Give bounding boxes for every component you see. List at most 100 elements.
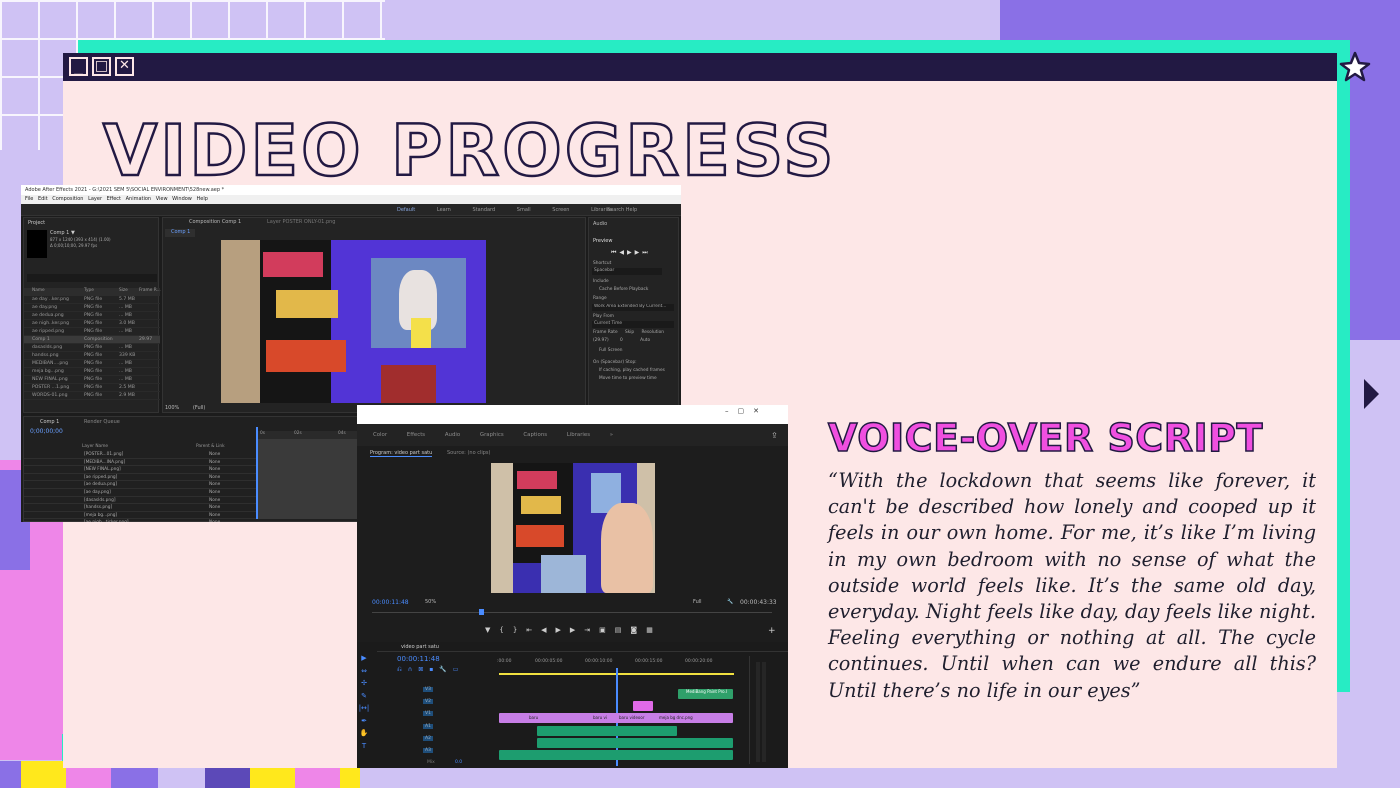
ae-layer-row[interactable]: [ae ripped.png] None	[24, 474, 256, 482]
ae-workspace[interactable]: Standard	[472, 207, 495, 213]
ae-project-item[interactable]: ae day ..ker.png PNG file 5.7 MB	[24, 296, 160, 304]
ae-search-help[interactable]: Search Help	[607, 207, 637, 213]
ae-layer-row[interactable]: [dasaslds.png] None	[24, 497, 256, 505]
ae-project-item[interactable]: handss.png PNG file 339 KB	[24, 352, 160, 360]
pr-workspace-tab[interactable]: Audio	[445, 432, 460, 438]
ae-project-item[interactable]: POSTER ...1.png PNG file 2.5 MB	[24, 384, 160, 392]
ae-shortcut-select[interactable]: Spacebar	[592, 268, 662, 275]
pr-audio-clip[interactable]	[537, 738, 733, 748]
pr-transport-controls[interactable]: ▼{}⇤◀▶▶⇥▣▤◙▦	[485, 626, 662, 634]
ae-menu-item[interactable]: Edit	[38, 196, 48, 202]
pr-clip-track-v1[interactable]: baru baru vi baru videoor meja bg dnc.pn…	[499, 713, 733, 723]
pr-track-header[interactable]: V2	[397, 697, 497, 709]
add-icon[interactable]: +	[768, 626, 776, 636]
pr-workspace-tab[interactable]: Color	[373, 432, 387, 438]
ae-framerate-values[interactable]: (29.97) 0 Auto	[593, 338, 650, 343]
ae-project-search[interactable]	[27, 274, 157, 282]
ae-play-from-select[interactable]: Current Time	[592, 321, 674, 328]
pr-clip[interactable]: MediBang Paint Pro.l	[678, 689, 733, 699]
ae-fullscreen-checkbox[interactable]: Full Screen	[599, 348, 623, 353]
export-icon[interactable]: ⇪	[771, 431, 778, 440]
pr-mix-value[interactable]: 0.0	[455, 760, 462, 765]
wrench-icon[interactable]: 🔧	[727, 599, 733, 605]
pr-sequence-tools[interactable]: ⎌∩⊠▪🔧▭	[397, 666, 464, 674]
ae-if-caching-checkbox[interactable]: If caching, play cached frames	[599, 368, 665, 373]
ae-layer-row[interactable]: [NEW FINAL.png] None	[24, 466, 256, 474]
pr-sequence-tab[interactable]: video part satu	[401, 644, 439, 650]
ae-parent-select[interactable]: None	[209, 474, 220, 481]
ae-project-item[interactable]: meja bg...png PNG file... MB	[24, 368, 160, 376]
ae-quality[interactable]: (Full)	[193, 405, 205, 411]
pr-clip[interactable]	[633, 701, 653, 711]
ae-menu-item[interactable]: View	[156, 196, 168, 202]
ae-layer-row[interactable]: [ae dedua.png] None	[24, 481, 256, 489]
ae-menu-item[interactable]: Window	[172, 196, 192, 202]
ae-parent-select[interactable]: None	[209, 504, 220, 511]
ae-layer-row[interactable]: [ae day.png] None	[24, 489, 256, 497]
pr-track-header[interactable]: A1	[397, 722, 497, 734]
ae-workspace[interactable]: Learn	[437, 207, 451, 213]
ae-comp-sub-tab[interactable]: Comp 1	[165, 229, 195, 237]
pr-sequence-time[interactable]: 00:00:11:48	[397, 655, 440, 663]
ae-menu-item[interactable]: Composition	[52, 196, 83, 202]
ae-workspace[interactable]: Small Screen	[517, 207, 570, 213]
next-arrow-icon[interactable]	[1364, 379, 1379, 409]
pr-source-tab[interactable]: Source: (no clips)	[447, 450, 490, 456]
pr-zoom[interactable]: 50%	[425, 599, 436, 605]
ae-range-select[interactable]: Work Area Extended By Current...	[592, 304, 674, 311]
pr-program-tab[interactable]: Program: video part satu	[370, 450, 433, 457]
pr-workspace-tab[interactable]: Libraries	[567, 432, 590, 438]
pr-track-header[interactable]: A2	[397, 734, 497, 746]
ae-menu-item[interactable]: Help	[196, 196, 207, 202]
ae-playhead[interactable]	[256, 427, 258, 519]
ae-layer-row[interactable]: [handss.png] None	[24, 504, 256, 512]
ae-composition-tab[interactable]: Composition Comp 1	[189, 219, 241, 225]
pr-track-header[interactable]: V1	[397, 709, 497, 721]
pr-track-header[interactable]: V3	[397, 685, 497, 697]
pr-workspace-tab[interactable]: »	[610, 432, 613, 438]
ae-project-item[interactable]: dasaslds.png PNG file... MB	[24, 344, 160, 352]
ae-project-item[interactable]: ae dedua.png PNG file... MB	[24, 312, 160, 320]
ae-workspace[interactable]: Default	[397, 207, 415, 213]
ae-parent-select[interactable]: None	[209, 512, 220, 519]
pr-track-header[interactable]: A3	[397, 746, 497, 758]
close-button[interactable]: ✕	[115, 57, 134, 76]
ae-parent-select[interactable]: None	[209, 489, 220, 496]
ae-zoom[interactable]: 100%	[165, 405, 179, 411]
minimize-button[interactable]: _	[69, 57, 88, 76]
ae-parent-select[interactable]: None	[209, 459, 220, 466]
ae-parent-select[interactable]: None	[209, 497, 220, 504]
pr-workspace-tab[interactable]: Graphics	[480, 432, 504, 438]
pr-current-time[interactable]: 00:00:11:48	[372, 599, 409, 606]
ae-cache-checkbox[interactable]: Cache Before Playback	[599, 287, 648, 292]
ae-render-queue-tab[interactable]: Render Queue	[84, 419, 120, 425]
ae-parent-select[interactable]: None	[209, 466, 220, 473]
pr-workspace-tab[interactable]: Captions	[523, 432, 547, 438]
ae-menu-item[interactable]: Layer	[88, 196, 102, 202]
ae-timecode[interactable]: 0;00;00;00	[30, 428, 63, 435]
ae-project-item[interactable]: ae ripped.png PNG file... MB	[24, 328, 160, 336]
pr-quality[interactable]: Full	[693, 599, 702, 605]
ae-parent-select[interactable]: None	[209, 519, 220, 522]
pr-scrubber-head[interactable]	[479, 609, 484, 615]
ae-project-item[interactable]: WORDS-01.png PNG file 2.9 MB	[24, 392, 160, 400]
ae-parent-select[interactable]: None	[209, 451, 220, 458]
pr-window-controls[interactable]: –▢✕	[725, 407, 768, 415]
pr-scrubber[interactable]	[372, 612, 772, 618]
ae-timeline-tab[interactable]: Comp 1	[40, 419, 59, 425]
ae-layer-row[interactable]: [POSTER...01.png] None	[24, 451, 256, 459]
ae-layer-row[interactable]: [meja bg...png] None	[24, 512, 256, 520]
ae-layer-tab[interactable]: Layer POSTER ONLY-01.png	[267, 219, 335, 225]
pr-audio-clip[interactable]	[499, 750, 733, 760]
ae-project-item[interactable]: MEDIBAN....png PNG file... MB	[24, 360, 160, 368]
pr-workspace-tab[interactable]: Effects	[407, 432, 425, 438]
pr-audio-clip[interactable]	[537, 726, 677, 736]
ae-layer-row[interactable]: [ae nigh...ticker.png] None	[24, 519, 256, 522]
ae-project-item[interactable]: ae day.png PNG file... MB	[24, 304, 160, 312]
ae-project-item[interactable]: ae nigh..ker.png PNG file 3.0 MB	[24, 320, 160, 328]
ae-move-time-checkbox[interactable]: Move time to preview time	[599, 376, 657, 381]
ae-menu-item[interactable]: Effect	[107, 196, 121, 202]
maximize-button[interactable]: □	[92, 57, 111, 76]
ae-preview-controls[interactable]: ⏮◀▶▶⏭	[611, 249, 651, 257]
ae-parent-select[interactable]: None	[209, 481, 220, 488]
